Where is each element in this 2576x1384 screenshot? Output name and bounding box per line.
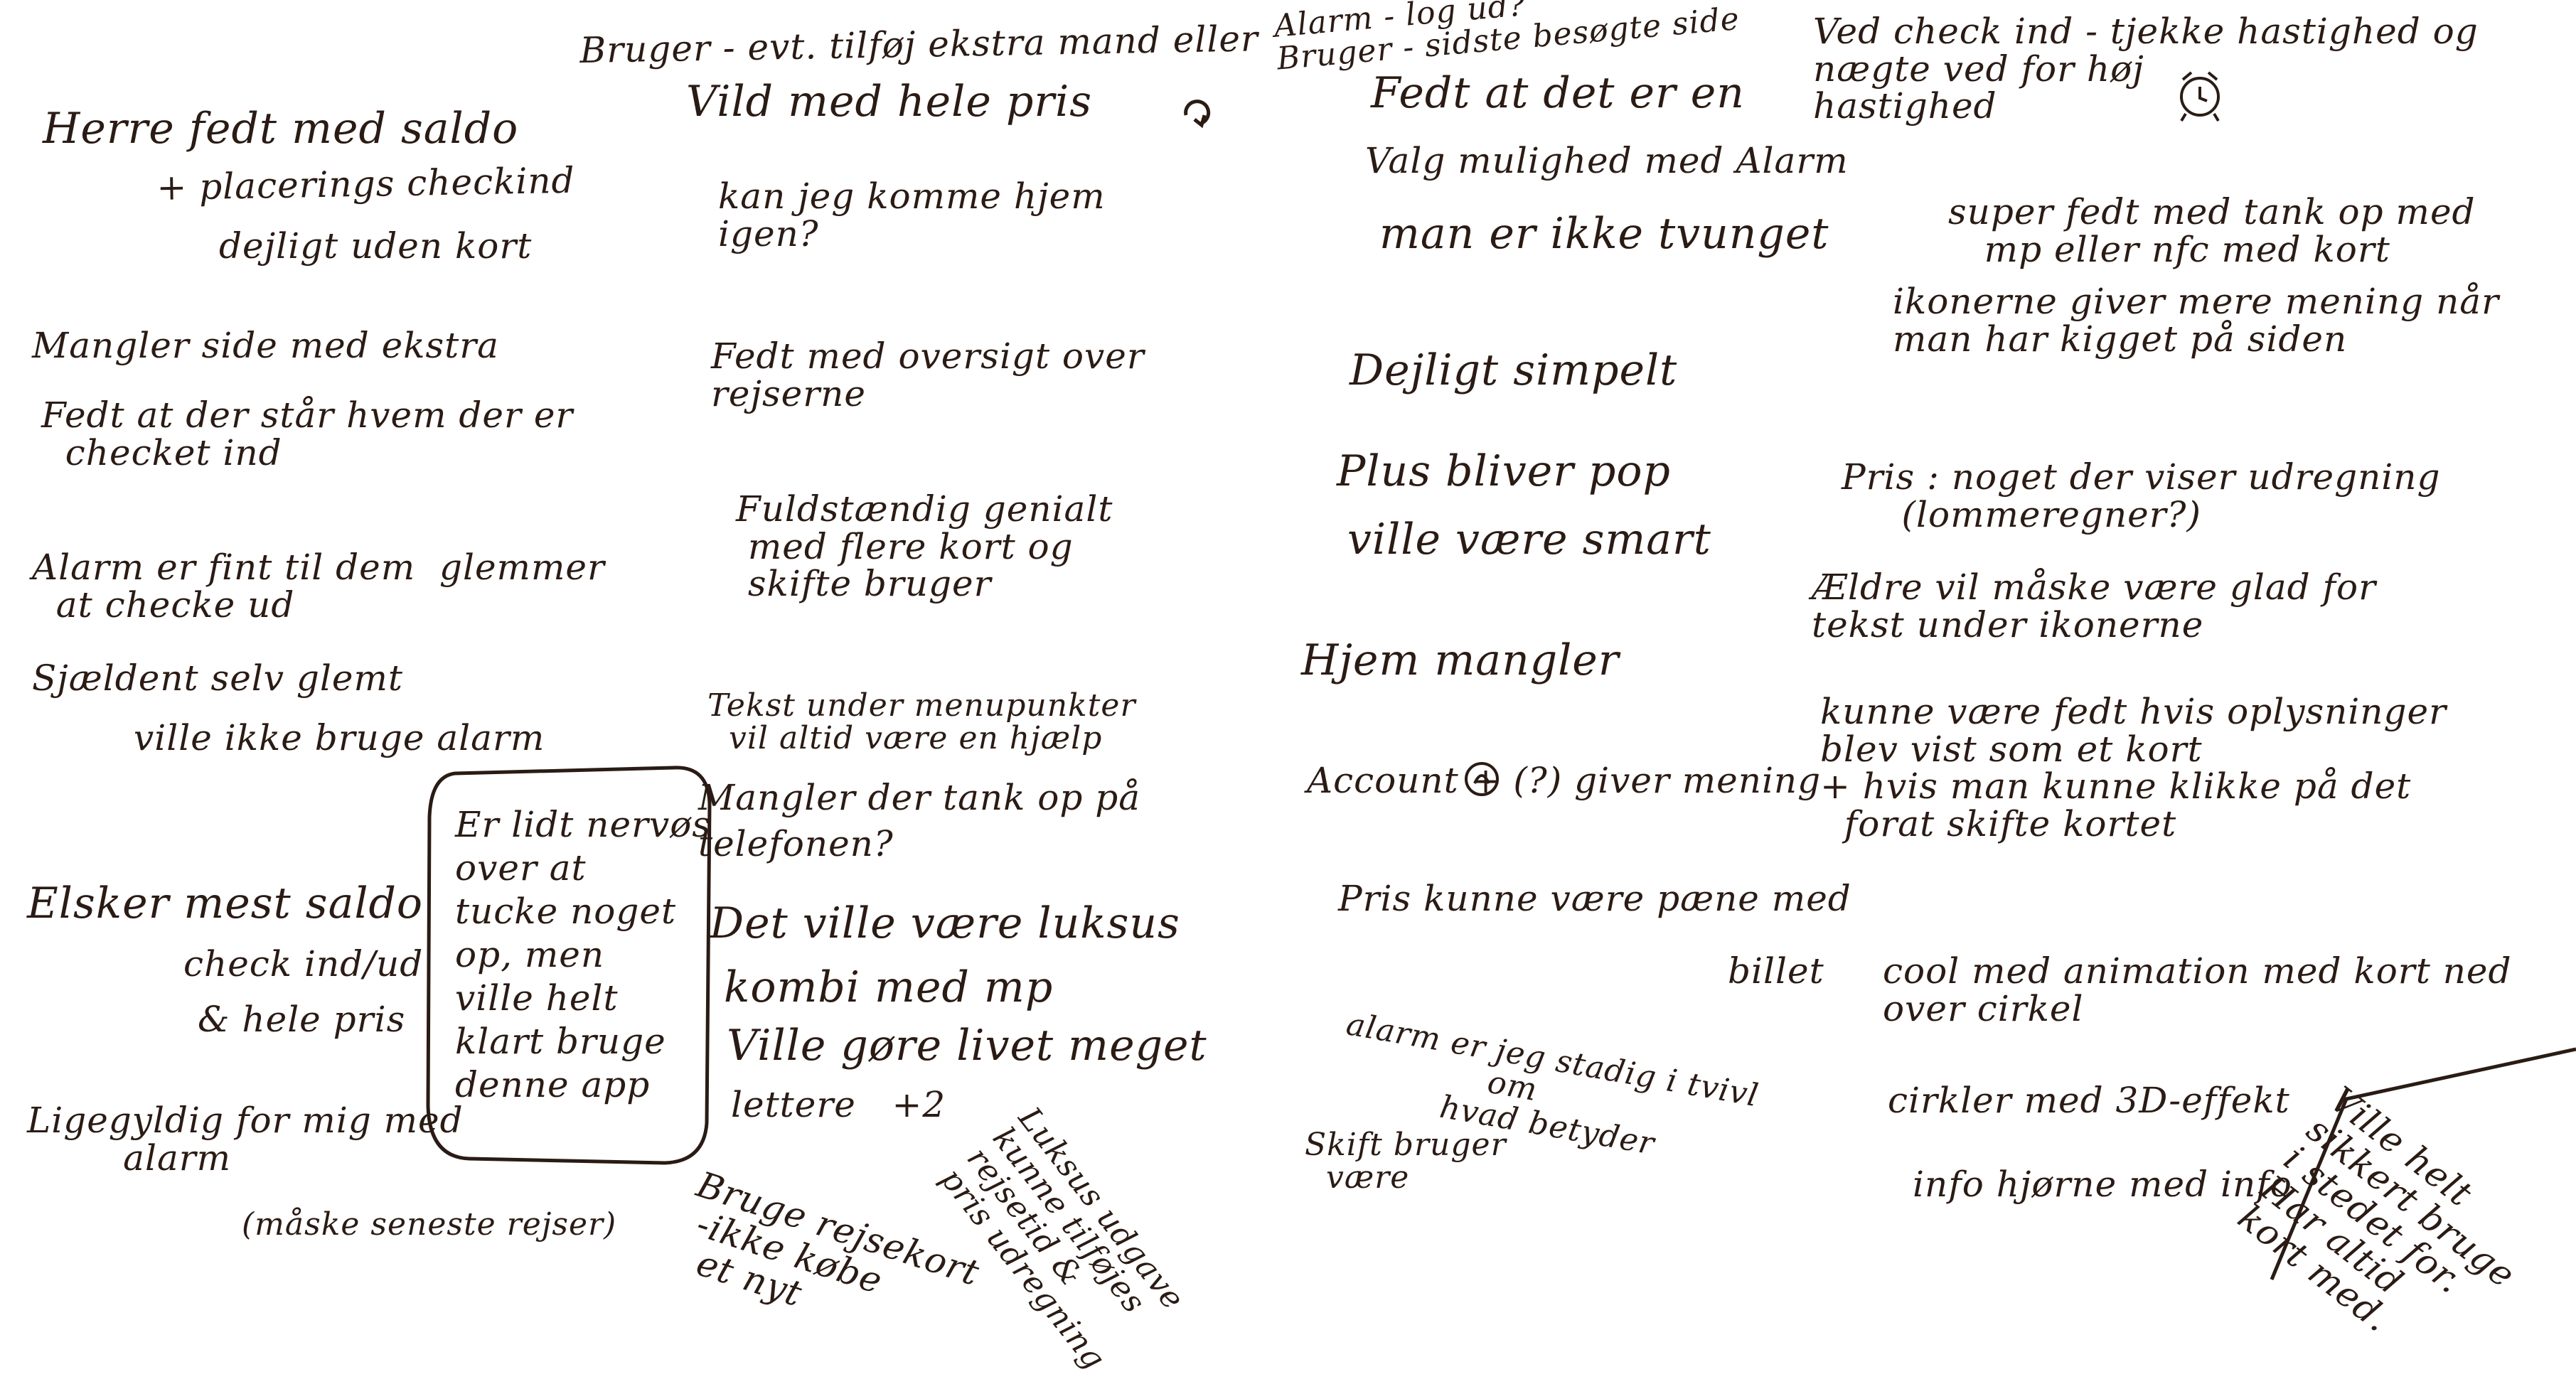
- note-fedt-hvem-checket: Fedt at der står hvem der er checket ind: [41, 395, 574, 473]
- note-kombi-mp: kombi med mp: [724, 962, 1054, 1012]
- note-oplysninger-kort: kunne være fedt hvis oplysninger blev vi…: [1820, 691, 2447, 844]
- note-hele-pris: & hele pris: [198, 999, 406, 1040]
- note-ikke-tvunget: man er ikke tvunget: [1379, 209, 1829, 259]
- note-dejligt-simpelt: Dejligt simpelt: [1350, 345, 1678, 395]
- note-alarm-fint: Alarm er fint til dem glemmer at checke …: [32, 547, 605, 626]
- note-sjaeldent-glemt: Sjældent selv glemt: [32, 658, 404, 699]
- note-dejligt-uden-kort: dejligt uden kort: [219, 225, 533, 267]
- note-ligegyldig-alarm: Ligegyldig for mig med alarm: [27, 1100, 464, 1179]
- note-oversigt-rejserne: Fedt med oversigt over rejserne: [711, 336, 1145, 414]
- note-ville-vaere-smart: ville være smart: [1347, 515, 1711, 564]
- note-account-mening: Account + (?) giver mening: [1307, 760, 1822, 801]
- note-tank-op-mp-nfc: super fedt med tank op med mp eller nfc …: [1948, 191, 2476, 270]
- note-hjem-mangler: Hjem mangler: [1301, 635, 1620, 685]
- note-lettere: lettere +2: [731, 1084, 946, 1125]
- note-goere-livet: Ville gøre livet meget: [727, 1021, 1207, 1071]
- note-skift-bruger: Skift bruger være: [1305, 1127, 1507, 1196]
- note-fuldstaendig-genialt: Fuldstændig genialt med flere kort og sk…: [736, 488, 1113, 604]
- note-mangler-side: Mangler side med ekstra: [32, 325, 499, 366]
- note-pris-paene: Pris kunne være pæne med: [1338, 878, 1851, 919]
- note-cirkler-3d: cirkler med 3D-effekt: [1888, 1080, 2290, 1121]
- note-ikonerne-mening: ikonerne giver mere mening når man har k…: [1893, 281, 2499, 360]
- note-aeldre-tekst: Ældre vil måske være glad for tekst unde…: [1812, 567, 2377, 645]
- note-valg-mulighed-alarm: Valg mulighed med Alarm: [1365, 140, 1849, 181]
- note-elsker-saldo: Elsker mest saldo: [27, 879, 424, 928]
- whiteboard-notes: Herre fedt med saldo + placerings checki…: [0, 0, 2576, 1376]
- note-plus-bliver-pop: Plus bliver pop: [1337, 446, 1671, 496]
- note-seneste-rejser: (måske seneste rejser): [242, 1206, 617, 1243]
- refresh-icon: [1184, 100, 1211, 129]
- note-info-hjoerne: info hjørne med info: [1913, 1164, 2292, 1205]
- note-nervoes-box-text: Er lidt nervøs over at tucke noget op, m…: [455, 804, 711, 1105]
- note-luksus: Det ville være luksus: [710, 898, 1180, 948]
- note-pris-udregning: Pris : noget der viser udregning (lommer…: [1842, 456, 2441, 535]
- note-billet: billet: [1728, 950, 1824, 992]
- note-herre-fedt: Herre fedt med saldo: [43, 104, 519, 154]
- note-vild-hele-pris: Vild med hele pris: [686, 77, 1093, 127]
- note-ikke-bruge-alarm: ville ikke bruge alarm: [134, 717, 545, 758]
- note-check-ind-hastighed: Ved check ind - tjekke hastighed og nægt…: [1813, 11, 2479, 127]
- note-komme-hjem: kan jeg komme hjem igen?: [718, 176, 1106, 254]
- note-tank-op-telefon: Mangler der tank op på telefonen?: [698, 777, 1141, 864]
- note-fedt-det-er-en: Fedt at det er en: [1371, 68, 1745, 118]
- note-placerings-checkind: + placerings checkind: [156, 159, 576, 208]
- note-check-ind-ud: check ind/ud: [183, 943, 424, 985]
- note-cool-animation: cool med animation med kort ned over cir…: [1883, 950, 2512, 1029]
- note-tekst-menupunkter: Tekst under menupunkter vil altid være e…: [707, 687, 1136, 757]
